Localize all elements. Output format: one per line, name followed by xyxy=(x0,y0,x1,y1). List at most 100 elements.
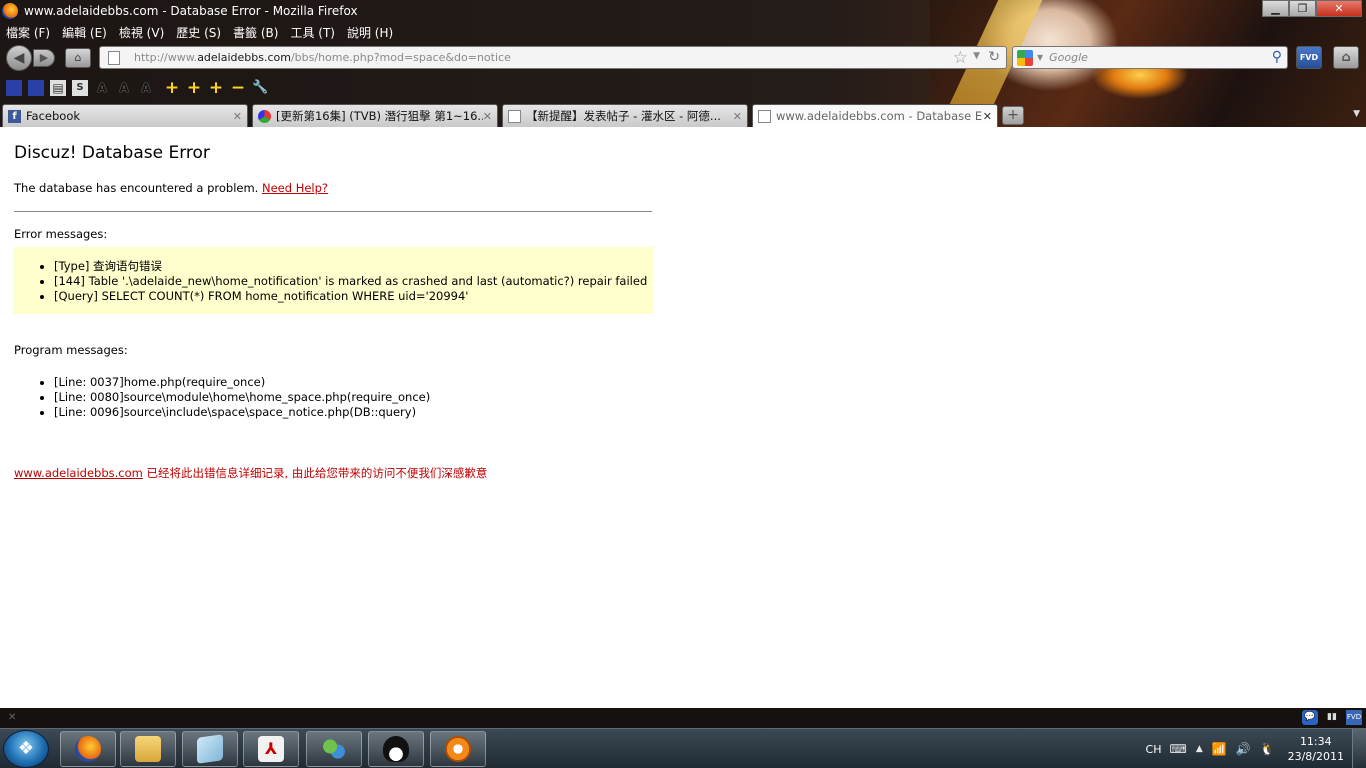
explorer-icon xyxy=(135,736,161,762)
network-icon[interactable]: 📶 xyxy=(1212,742,1227,756)
show-hidden-icons-icon[interactable]: ▲ xyxy=(1196,744,1203,754)
reload-icon[interactable]: ↻ xyxy=(988,49,1000,65)
close-addon-bar-icon[interactable]: ✕ xyxy=(8,712,16,723)
tab-tvb[interactable]: [更新第16集] (TVB) 潛行狙擊 第1~16... ✕ xyxy=(252,104,498,127)
tab-label: www.adelaidebbs.com - Database Error xyxy=(776,109,983,123)
tab-facebook[interactable]: f Facebook ✕ xyxy=(2,104,248,127)
taskbar-app-media-player[interactable] xyxy=(430,731,486,767)
error-message-item: [Query] SELECT COUNT(*) FROM home_notifi… xyxy=(54,289,647,304)
page-identity-icon[interactable] xyxy=(108,50,120,65)
url-bar[interactable]: http://www.adelaidebbs.com/bbs/home.php?… xyxy=(99,46,1007,69)
error-message-item: [144] Table '.\adelaide_new\home_notific… xyxy=(54,274,647,289)
menu-tools[interactable]: 工具 (T) xyxy=(290,24,335,41)
s-icon[interactable]: S xyxy=(72,80,88,96)
tab-database-error[interactable]: www.adelaidebbs.com - Database Error ✕ xyxy=(752,104,998,127)
navigation-toolbar: ◀ ▶ ⌂ http://www.adelaidebbs.com/bbs/hom… xyxy=(0,43,1366,73)
taskbar-app-notepad[interactable] xyxy=(182,731,238,767)
page-title: Discuz! Database Error xyxy=(14,143,210,163)
error-messages-label: Error messages: xyxy=(14,227,108,241)
url-dropdown-icon[interactable]: ▼ xyxy=(973,51,980,61)
messenger-icon xyxy=(321,736,347,762)
program-messages-label: Program messages: xyxy=(14,343,128,357)
menu-help[interactable]: 說明 (H) xyxy=(347,24,393,41)
media-player-icon xyxy=(445,736,471,762)
need-help-link[interactable]: Need Help? xyxy=(262,181,328,195)
tab-list-dropdown-icon[interactable]: ▼ xyxy=(1353,109,1360,119)
menu-bar: 檔案 (F) 編輯 (E) 檢視 (V) 歷史 (S) 書籤 (B) 工具 (T… xyxy=(0,22,399,42)
forward-button[interactable]: ▶ xyxy=(33,49,55,67)
font-size-icon[interactable]: A xyxy=(116,80,132,96)
tab-close-icon[interactable]: ✕ xyxy=(983,110,992,123)
bookmark-icon[interactable] xyxy=(28,80,44,96)
close-button[interactable]: ✕ xyxy=(1316,0,1362,17)
language-indicator[interactable]: CH xyxy=(1146,743,1162,756)
system-tray: CH ⌨ ▲ 📶 🔊 🐧 11:34 23/8/2011 xyxy=(1146,729,1366,768)
menu-bookmarks[interactable]: 書籤 (B) xyxy=(233,24,278,41)
search-engine-dropdown-icon[interactable]: ▼ xyxy=(1037,53,1043,62)
home-icon[interactable]: ⌂ xyxy=(65,48,91,68)
clipboard-icon[interactable]: ▤ xyxy=(50,80,66,96)
search-input[interactable]: Google xyxy=(1049,51,1088,64)
page-icon xyxy=(758,109,771,123)
plus-icon[interactable]: + xyxy=(186,80,202,97)
back-button[interactable]: ◀ xyxy=(6,45,32,71)
notepad-icon xyxy=(197,734,223,764)
error-messages-list: [Type] 查询语句错误 [144] Table '.\adelaide_ne… xyxy=(40,259,647,304)
plus-icon[interactable]: + xyxy=(164,80,180,97)
menu-edit[interactable]: 編輯 (E) xyxy=(62,24,107,41)
taskbar-app-qq[interactable] xyxy=(368,731,424,767)
error-message-item: [Type] 查询语句错误 xyxy=(54,259,647,274)
minus-icon[interactable]: − xyxy=(230,80,246,97)
menu-file[interactable]: 檔案 (F) xyxy=(6,24,50,41)
tab-label: 【新提醒】发表帖子 - 灌水区 - 阿德... xyxy=(526,109,721,123)
program-messages-list: [Line: 0037]home.php(require_once) [Line… xyxy=(40,375,430,420)
taskbar-app-messenger[interactable] xyxy=(306,731,362,767)
wrench-icon[interactable]: 🔧 xyxy=(252,80,268,96)
maximize-button[interactable]: ❐ xyxy=(1289,0,1316,17)
search-icon[interactable]: ⚲ xyxy=(1272,49,1282,65)
tab-label: Facebook xyxy=(26,109,81,123)
taskbar-app-pdf[interactable]: ⅄ xyxy=(243,731,299,767)
program-message-item: [Line: 0080]source\module\home\home_spac… xyxy=(54,390,430,405)
firefox-logo-icon[interactable] xyxy=(2,3,18,19)
menu-view[interactable]: 檢視 (V) xyxy=(119,24,164,41)
taskbar-app-explorer[interactable] xyxy=(120,731,176,767)
show-desktop-button[interactable] xyxy=(1352,729,1366,768)
fvd-downloader-icon[interactable]: FVD xyxy=(1296,46,1322,69)
addon-icons: 💬 ▮▮ FVD xyxy=(1302,710,1362,725)
bookmark-star-icon[interactable]: ☆ xyxy=(953,48,968,68)
home-button-icon[interactable]: ⌂ xyxy=(1333,46,1359,69)
font-size-icon[interactable]: A xyxy=(94,80,110,96)
chat-icon[interactable]: 💬 xyxy=(1302,710,1318,725)
pdf-icon: ⅄ xyxy=(258,736,284,762)
url-text[interactable]: http://www.adelaidebbs.com/bbs/home.php?… xyxy=(134,51,511,64)
taskbar-app-firefox[interactable] xyxy=(60,731,116,767)
clock[interactable]: 11:34 23/8/2011 xyxy=(1288,734,1344,764)
search-bar[interactable]: ▼ Google ⚲ xyxy=(1012,46,1288,69)
program-message-item: [Line: 0096]source\include\space\space_n… xyxy=(54,405,430,420)
plus-icon[interactable]: + xyxy=(208,80,224,97)
tab-close-icon[interactable]: ✕ xyxy=(233,110,242,123)
browser-chrome: www.adelaidebbs.com - Database Error - M… xyxy=(0,0,1366,127)
volume-icon[interactable]: 🔊 xyxy=(1236,742,1251,756)
footer-notice: www.adelaidebbs.com 已经将此出错信息详细记录, 由此给您带来… xyxy=(14,465,487,481)
menu-history[interactable]: 歷史 (S) xyxy=(176,24,221,41)
qq-tray-icon[interactable]: 🐧 xyxy=(1260,742,1275,756)
start-button[interactable] xyxy=(3,730,49,768)
status-bar: ✕ 💬 ▮▮ FVD xyxy=(0,708,1366,728)
signal-icon[interactable]: ▮▮ xyxy=(1324,710,1340,725)
tab-close-icon[interactable]: ✕ xyxy=(483,110,492,123)
tab-new-reply[interactable]: 【新提醒】发表帖子 - 灌水区 - 阿德... ✕ xyxy=(502,104,748,127)
keyboard-icon[interactable]: ⌨ xyxy=(1169,742,1186,756)
minimize-button[interactable]: ▁ xyxy=(1262,0,1289,17)
bookmark-icon[interactable] xyxy=(6,80,22,96)
new-tab-button[interactable]: + xyxy=(1002,106,1024,125)
google-engine-icon[interactable] xyxy=(1017,49,1033,66)
font-size-icon[interactable]: A xyxy=(138,80,154,96)
footer-text: 已经将此出错信息详细记录, 由此给您带来的访问不便我们深感歉意 xyxy=(142,466,488,480)
tab-close-icon[interactable]: ✕ xyxy=(733,110,742,123)
intro-text: The database has encountered a problem. … xyxy=(14,181,329,195)
site-link[interactable]: www.adelaidebbs.com xyxy=(14,466,143,480)
fvd-icon[interactable]: FVD xyxy=(1346,710,1362,725)
facebook-icon: f xyxy=(8,109,21,123)
